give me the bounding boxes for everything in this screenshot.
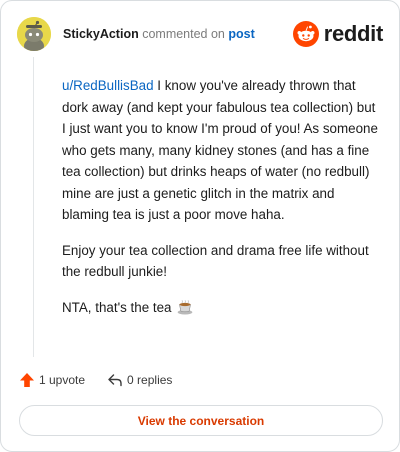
- upvote-button[interactable]: 1 upvote: [19, 372, 85, 388]
- upvote-count: 1 upvote: [39, 373, 86, 387]
- replies-count: 0 replies: [127, 373, 173, 387]
- username-link[interactable]: StickyAction: [63, 27, 139, 41]
- comment-meta: StickyAction commented on post: [63, 26, 255, 42]
- comment-paragraph-1-text: I know you've already thrown that dork a…: [62, 78, 378, 222]
- snoo-avatar-icon[interactable]: [17, 17, 51, 51]
- comment-paragraph-3: NTA, that's the tea: [62, 297, 380, 322]
- comment-paragraph-3-text: NTA, that's the tea: [62, 299, 172, 315]
- comment-header: StickyAction commented on post reddit: [17, 17, 383, 51]
- reddit-wordmark: reddit: [323, 21, 384, 46]
- view-conversation-button[interactable]: View the conversation: [19, 405, 383, 436]
- post-link[interactable]: post: [228, 27, 254, 41]
- reddit-logo-icon: [292, 21, 319, 47]
- comment-actions: 1 upvote 0 replies: [19, 370, 194, 390]
- tea-cup-emoji-icon: [177, 299, 193, 322]
- replies-button[interactable]: 0 replies: [107, 372, 172, 388]
- thread-line: [33, 57, 34, 357]
- reply-arrow-icon: [108, 374, 122, 387]
- reddit-logo[interactable]: reddit: [292, 20, 384, 48]
- comment-paragraph-1: u/RedBullisBad I know you've already thr…: [62, 75, 380, 226]
- commented-on-text: commented on: [142, 27, 225, 41]
- comment-embed-card: StickyAction commented on post reddit u/…: [0, 0, 400, 452]
- user-mention-link[interactable]: u/RedBullisBad: [62, 78, 154, 93]
- comment-paragraph-2: Enjoy your tea collection and drama free…: [62, 242, 369, 280]
- upvote-arrow-icon: [20, 373, 34, 387]
- comment-body: u/RedBullisBad I know you've already thr…: [62, 75, 380, 335]
